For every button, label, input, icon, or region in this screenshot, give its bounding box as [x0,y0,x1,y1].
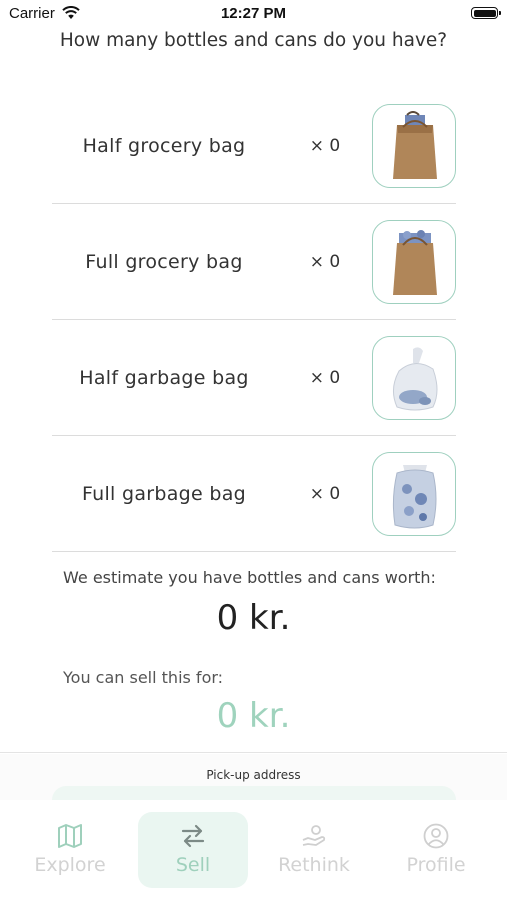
bag-quantity: × 0 [309,368,341,388]
page-question: How many bottles and cans do you have? [59,30,448,51]
bag-row-half-garbage[interactable]: Half garbage bag × 0 [52,320,456,436]
status-time: 12:27 PM [220,5,287,22]
sell-value: 0 kr. [216,696,291,736]
profile-icon [423,823,449,849]
estimate-label: We estimate you have bottles and cans wo… [63,568,436,587]
garbage-bag-half-image[interactable] [372,336,456,420]
tab-bar: Explore Sell Rethink Profile [0,800,507,900]
bag-list: Half grocery bag × 0 Full grocery bag × … [52,88,456,552]
tab-profile-label: Profile [406,854,466,876]
swap-arrows-icon [181,824,205,848]
tab-profile[interactable]: Profile [381,812,491,888]
grocery-bag-full-image[interactable] [372,220,456,304]
bag-quantity: × 0 [309,484,341,504]
estimate-value: 0 kr. [216,598,291,638]
bag-label: Full garbage bag [81,483,247,505]
battery-icon [471,7,501,19]
bag-row-full-grocery[interactable]: Full grocery bag × 0 [52,204,456,320]
section-divider [0,752,507,753]
tab-sell-label: Sell [175,854,211,876]
sell-label: You can sell this for: [63,668,224,687]
tab-rethink[interactable]: Rethink [259,812,369,888]
bag-quantity: × 0 [309,252,341,272]
bag-row-full-garbage[interactable]: Full garbage bag × 0 [52,436,456,552]
tab-rethink-label: Rethink [278,854,350,876]
grocery-bag-half-image[interactable] [372,104,456,188]
bag-quantity: × 0 [309,136,341,156]
bag-row-half-grocery[interactable]: Half grocery bag × 0 [52,88,456,204]
bag-label: Half garbage bag [79,367,249,389]
tab-explore[interactable]: Explore [15,812,125,888]
status-bar: Carrier 12:27 PM [0,0,507,28]
garbage-bag-full-image[interactable] [372,452,456,536]
hand-recycle-icon [302,825,326,846]
map-icon [58,824,82,848]
tab-sell[interactable]: Sell [138,812,248,888]
bag-label: Half grocery bag [82,135,246,157]
pickup-title: Pick-up address [206,768,301,782]
bag-label: Full grocery bag [85,251,243,273]
tab-explore-label: Explore [34,854,106,876]
